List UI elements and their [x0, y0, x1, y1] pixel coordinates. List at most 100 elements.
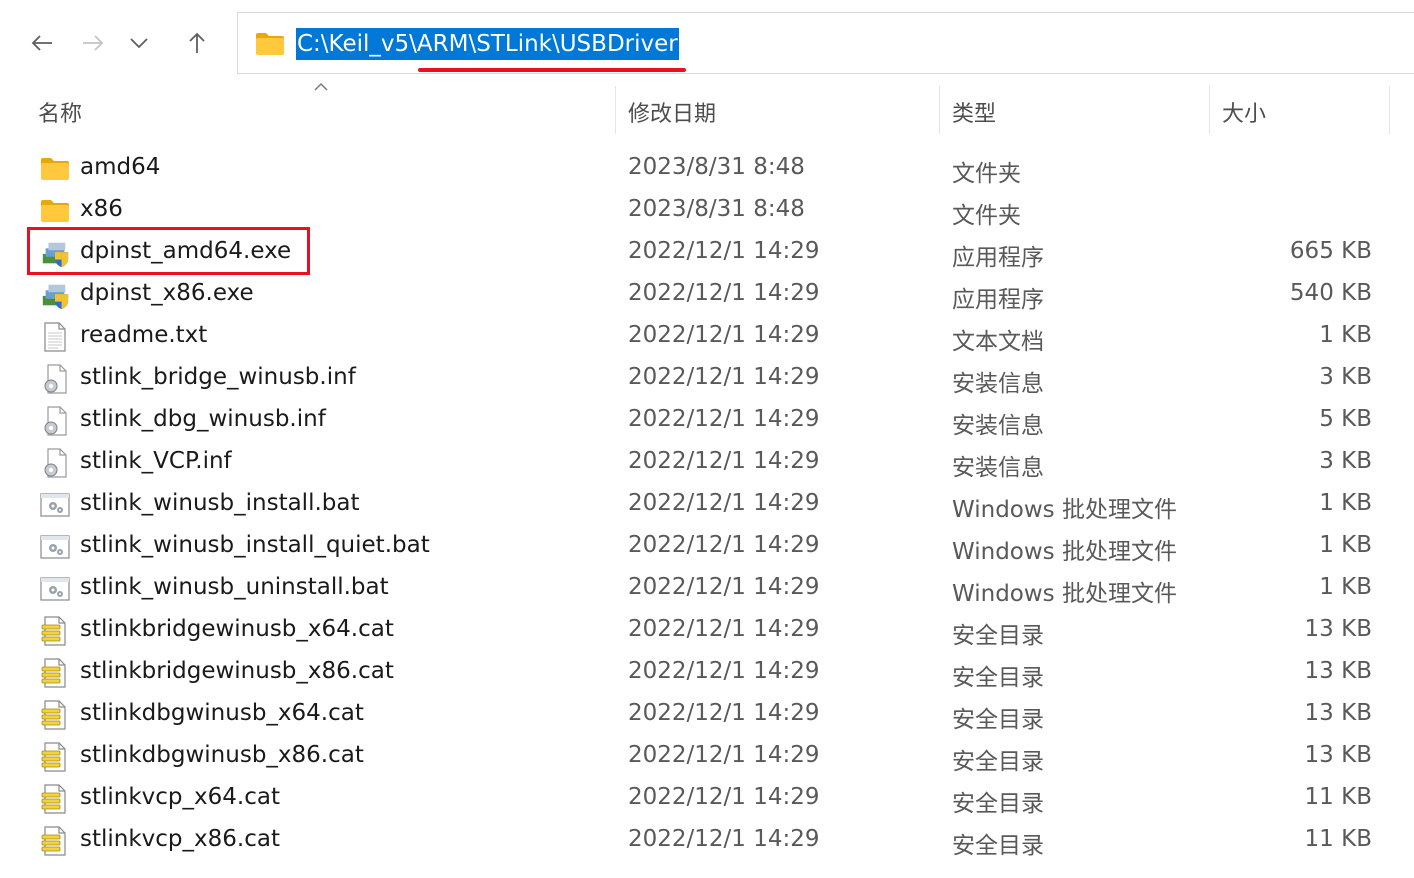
setup-info-icon	[40, 364, 70, 394]
file-name[interactable]: stlink_winusb_install.bat	[80, 490, 359, 516]
file-row[interactable]: stlink_winusb_install.bat 2022/12/1 14:29…	[0, 484, 1414, 526]
address-path-text[interactable]: C:\Keil_v5\ARM\STLink\USBDriver	[296, 28, 679, 60]
file-date-modified: 2022/12/1 14:29	[628, 280, 820, 306]
folder-icon	[40, 155, 70, 183]
folder-icon	[255, 32, 285, 60]
file-row[interactable]: stlink_winusb_install_quiet.bat 2022/12/1…	[0, 526, 1414, 568]
setup-info-icon	[40, 406, 70, 436]
file-date-modified: 2022/12/1 14:29	[628, 574, 820, 600]
chevron-down-icon	[130, 38, 148, 48]
file-type: 文件夹	[952, 203, 1021, 229]
file-name[interactable]: stlinkbridgewinusb_x64.cat	[80, 616, 394, 642]
file-type: 安全目录	[952, 623, 1044, 649]
file-size: 1 KB	[1319, 322, 1372, 348]
file-name[interactable]: x86	[80, 196, 123, 222]
column-header-date[interactable]: 修改日期	[628, 96, 716, 128]
file-date-modified: 2022/12/1 14:29	[628, 322, 820, 348]
file-type: 安全目录	[952, 791, 1044, 817]
file-type: Windows 批处理文件	[952, 539, 1177, 565]
file-name[interactable]: amd64	[80, 154, 160, 180]
folder-icon	[40, 197, 70, 225]
column-header-size[interactable]: 大小	[1222, 96, 1266, 128]
file-date-modified: 2022/12/1 14:29	[628, 658, 820, 684]
file-date-modified: 2022/12/1 14:29	[628, 742, 820, 768]
file-date-modified: 2022/12/1 14:29	[628, 406, 820, 432]
file-name[interactable]: stlinkdbgwinusb_x86.cat	[80, 742, 364, 768]
file-name[interactable]: stlinkdbgwinusb_x64.cat	[80, 700, 364, 726]
file-name[interactable]: stlink_dbg_winusb.inf	[80, 406, 326, 432]
file-row[interactable]: stlinkbridgewinusb_x86.cat 2022/12/1 14:2…	[0, 652, 1414, 694]
forward-button[interactable]	[76, 26, 110, 60]
file-date-modified: 2022/12/1 14:29	[628, 364, 820, 390]
file-type: 安装信息	[952, 371, 1044, 397]
up-button[interactable]	[180, 26, 214, 60]
address-bar[interactable]: C:\Keil_v5\ARM\STLink\USBDriver	[237, 12, 1414, 74]
security-catalog-icon	[40, 700, 70, 730]
arrow-up-icon	[189, 32, 205, 53]
security-catalog-icon	[40, 616, 70, 646]
file-type: 安装信息	[952, 455, 1044, 481]
file-date-modified: 2022/12/1 14:29	[628, 700, 820, 726]
file-highlight-box	[27, 227, 310, 275]
file-size: 13 KB	[1304, 700, 1372, 726]
file-name[interactable]: stlink_winusb_uninstall.bat	[80, 574, 389, 600]
file-name[interactable]: readme.txt	[80, 322, 207, 348]
column-header-type[interactable]: 类型	[952, 96, 996, 128]
file-size: 665 KB	[1289, 238, 1372, 264]
file-date-modified: 2023/8/31 8:48	[628, 154, 805, 180]
file-date-modified: 2022/12/1 14:29	[628, 238, 820, 264]
file-name[interactable]: stlinkvcp_x86.cat	[80, 826, 280, 852]
arrow-right-icon	[83, 35, 104, 51]
file-name[interactable]: stlink_winusb_install_quiet.bat	[80, 532, 430, 558]
installer-exe-icon	[40, 281, 70, 310]
file-row[interactable]: stlinkbridgewinusb_x64.cat 2022/12/1 14:2…	[0, 610, 1414, 652]
back-button[interactable]	[25, 26, 59, 60]
file-row[interactable]: stlink_VCP.inf 2022/12/1 14:29 安装信息 3 KB	[0, 442, 1414, 484]
file-type: 文件夹	[952, 161, 1021, 187]
file-row[interactable]: stlink_winusb_uninstall.bat 2022/12/1 14:…	[0, 568, 1414, 610]
file-row[interactable]: stlinkvcp_x64.cat 2022/12/1 14:29 安全目录 11 K…	[0, 778, 1414, 820]
column-divider[interactable]	[1209, 86, 1210, 134]
file-row[interactable]: stlinkvcp_x86.cat 2022/12/1 14:29 安全目录 11 K…	[0, 820, 1414, 862]
file-size: 13 KB	[1304, 658, 1372, 684]
file-type: 安装信息	[952, 413, 1044, 439]
recent-locations-button[interactable]	[122, 26, 156, 60]
file-type: 安全目录	[952, 665, 1044, 691]
file-size: 13 KB	[1304, 616, 1372, 642]
file-date-modified: 2022/12/1 14:29	[628, 826, 820, 852]
column-divider[interactable]	[939, 86, 940, 134]
file-size: 3 KB	[1319, 448, 1372, 474]
file-row[interactable]: x86 2023/8/31 8:48 文件夹	[0, 190, 1414, 232]
file-type: Windows 批处理文件	[952, 581, 1177, 607]
file-type: 文本文档	[952, 329, 1044, 355]
column-divider[interactable]	[615, 86, 616, 134]
file-size: 11 KB	[1304, 784, 1372, 810]
arrow-left-icon	[31, 35, 52, 51]
batch-file-icon	[40, 575, 70, 603]
batch-file-icon	[40, 533, 70, 561]
file-row[interactable]: amd64 2023/8/31 8:48 文件夹	[0, 148, 1414, 190]
file-date-modified: 2023/8/31 8:48	[628, 196, 805, 222]
path-highlight-underline	[418, 68, 686, 72]
file-date-modified: 2022/12/1 14:29	[628, 490, 820, 516]
file-type: 应用程序	[952, 245, 1044, 271]
file-row[interactable]: readme.txt 2022/12/1 14:29 文本文档 1 KB	[0, 316, 1414, 358]
file-row[interactable]: stlink_bridge_winusb.inf 2022/12/1 14:29 安…	[0, 358, 1414, 400]
file-name[interactable]: stlink_bridge_winusb.inf	[80, 364, 356, 390]
file-size: 1 KB	[1319, 532, 1372, 558]
file-row[interactable]: dpinst_x86.exe 2022/12/1 14:29 应用程序 540 KB	[0, 274, 1414, 316]
batch-file-icon	[40, 491, 70, 519]
file-name[interactable]: stlinkvcp_x64.cat	[80, 784, 280, 810]
file-name[interactable]: stlink_VCP.inf	[80, 448, 232, 474]
security-catalog-icon	[40, 826, 70, 856]
column-header-name[interactable]: 名称	[38, 96, 82, 128]
file-name[interactable]: stlinkbridgewinusb_x86.cat	[80, 658, 394, 684]
security-catalog-icon	[40, 784, 70, 814]
file-name[interactable]: dpinst_x86.exe	[80, 280, 254, 306]
file-row[interactable]: stlinkdbgwinusb_x64.cat 2022/12/1 14:29 安全…	[0, 694, 1414, 736]
file-row[interactable]: stlink_dbg_winusb.inf 2022/12/1 14:29 安装信息…	[0, 400, 1414, 442]
setup-info-icon	[40, 448, 70, 478]
file-size: 3 KB	[1319, 364, 1372, 390]
file-row[interactable]: stlinkdbgwinusb_x86.cat 2022/12/1 14:29 安全…	[0, 736, 1414, 778]
column-divider[interactable]	[1389, 86, 1390, 134]
